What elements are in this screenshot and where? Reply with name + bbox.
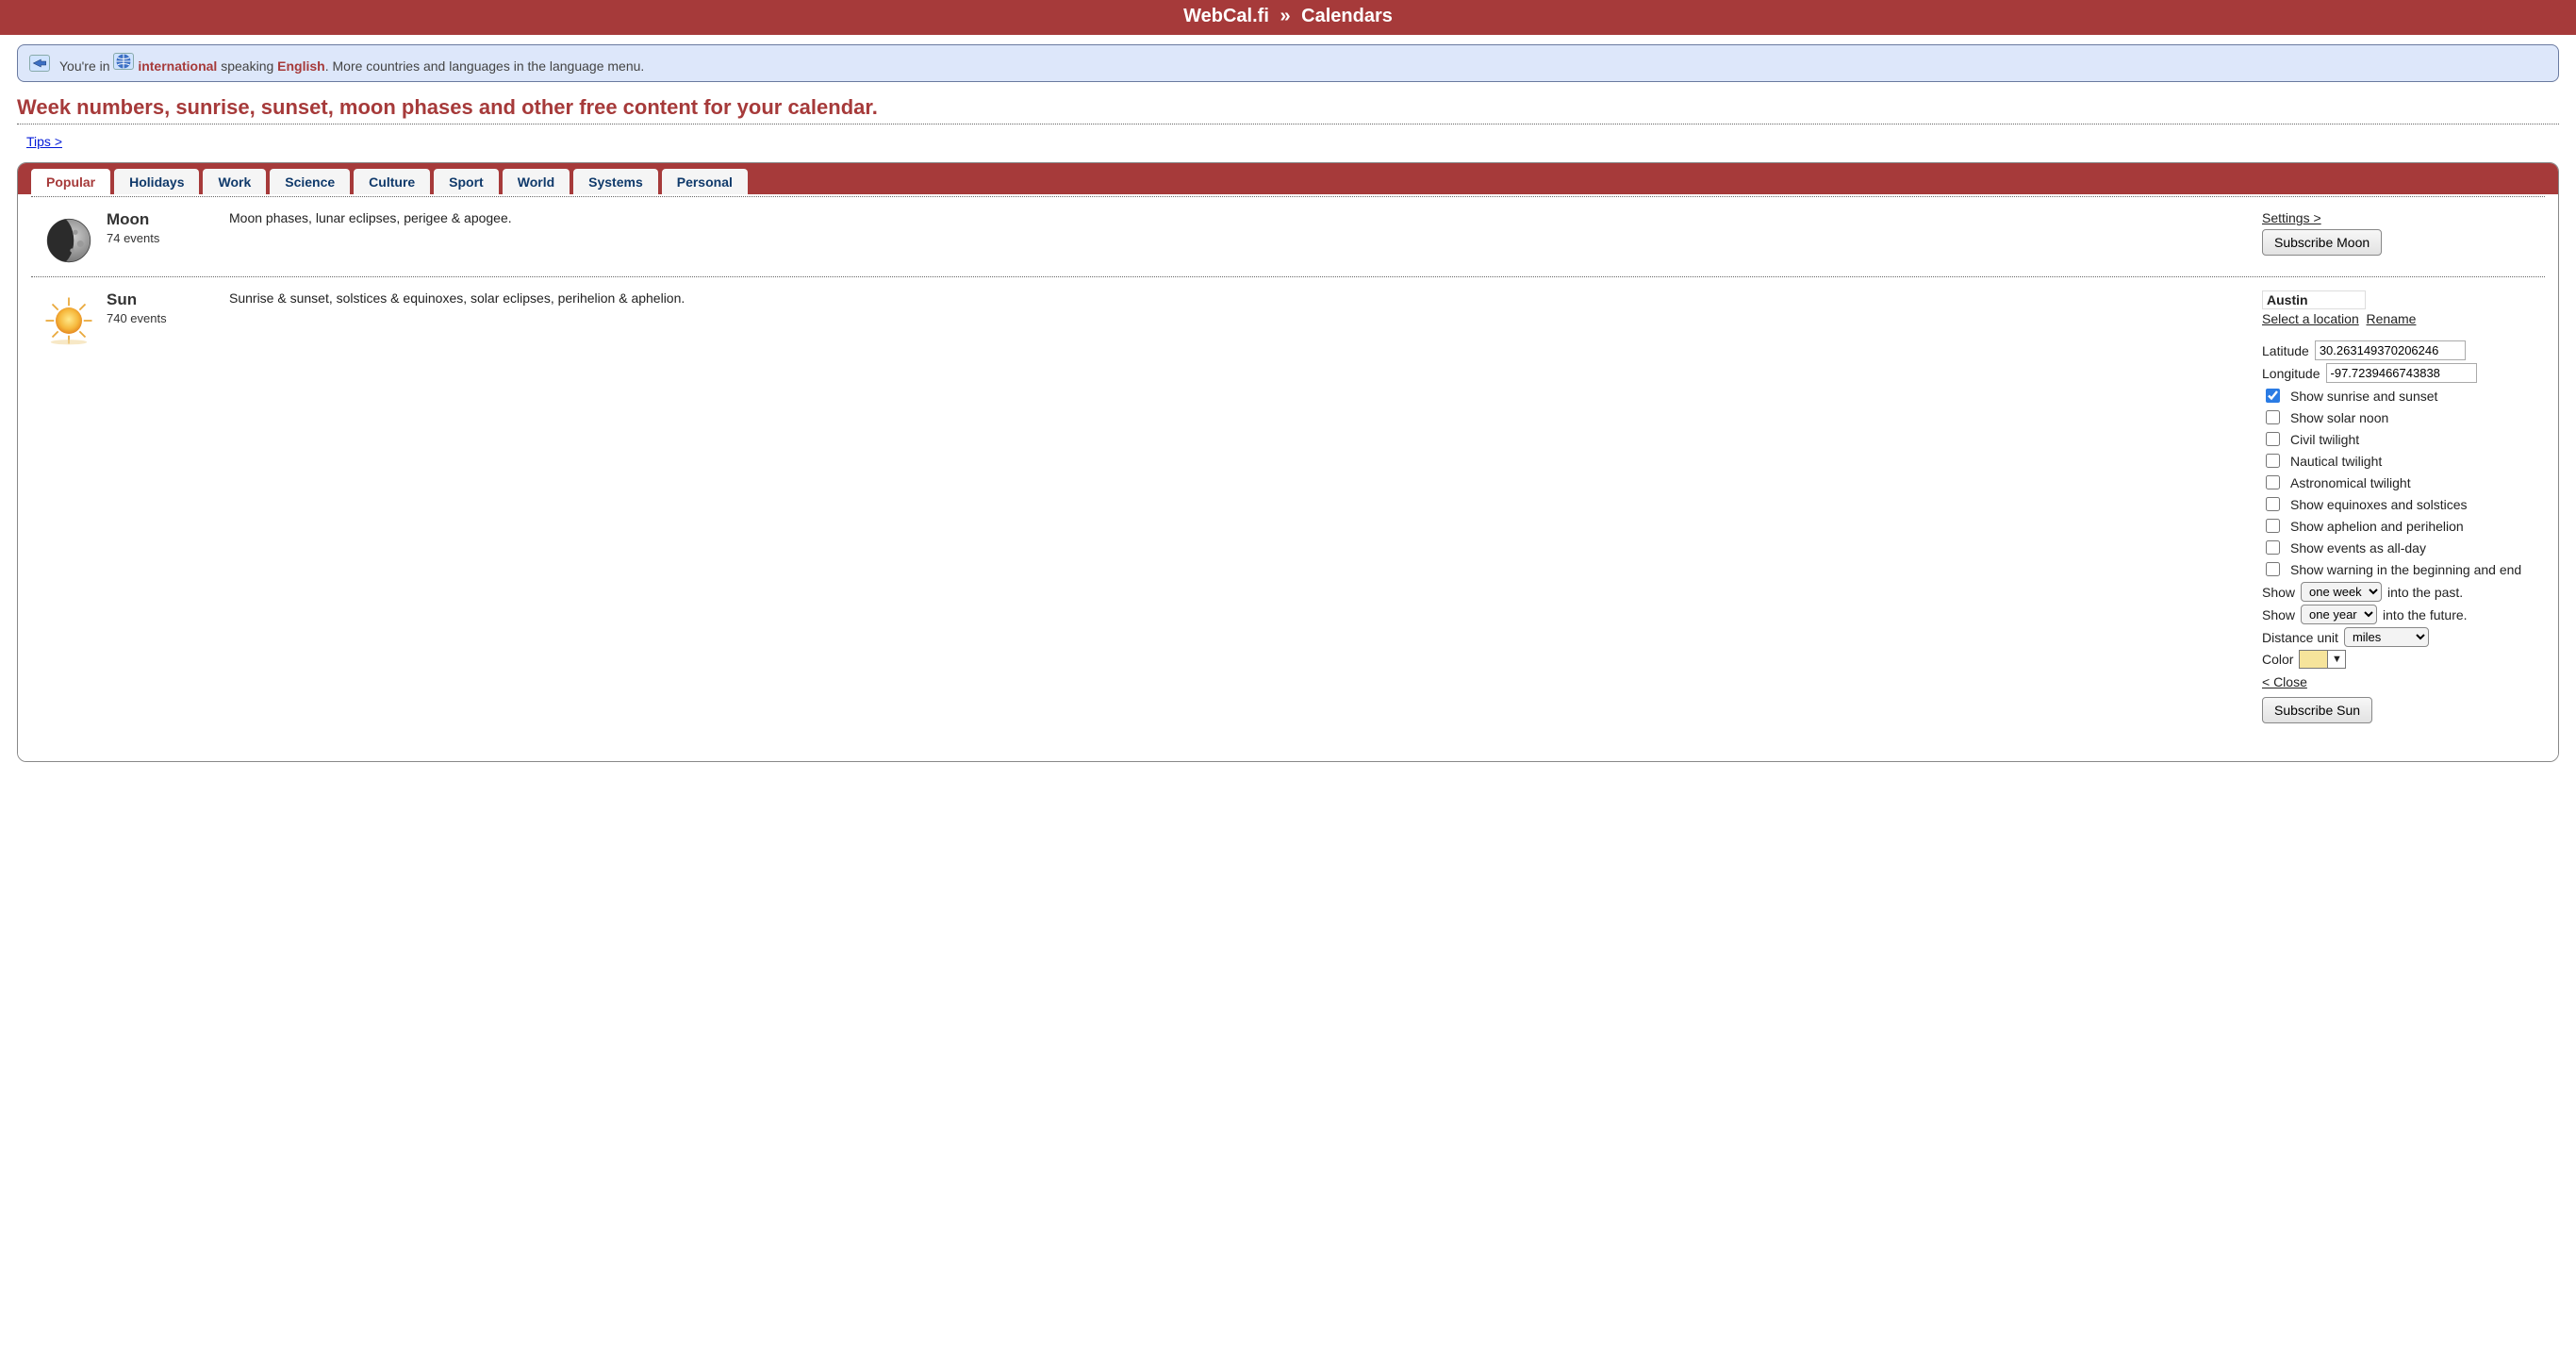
select-location-link[interactable]: Select a location bbox=[2262, 311, 2359, 326]
sun-option-row: Astronomical twilight bbox=[2262, 473, 2545, 492]
sun-option-label: Civil twilight bbox=[2290, 432, 2359, 447]
sun-option-label: Show sunrise and sunset bbox=[2290, 389, 2437, 404]
moon-description: Moon phases, lunar eclipses, perigee & a… bbox=[229, 210, 2262, 267]
tab-strip: PopularHolidaysWorkScienceCultureSportWo… bbox=[18, 163, 2558, 194]
tab-science[interactable]: Science bbox=[270, 169, 350, 194]
future-range-select[interactable]: one year bbox=[2301, 605, 2377, 624]
sun-option-row: Show equinoxes and solstices bbox=[2262, 494, 2545, 514]
site-title: WebCal.fi bbox=[1183, 6, 1269, 26]
past-range-select[interactable]: one week bbox=[2301, 582, 2382, 602]
sun-option-label: Show aphelion and perihelion bbox=[2290, 519, 2464, 534]
tab-systems[interactable]: Systems bbox=[573, 169, 658, 194]
sun-option-checkbox[interactable] bbox=[2266, 540, 2280, 555]
tab-personal[interactable]: Personal bbox=[662, 169, 748, 194]
location-name: Austin bbox=[2262, 290, 2366, 309]
color-picker[interactable]: ▼ bbox=[2299, 650, 2346, 669]
sun-option-label: Show events as all-day bbox=[2290, 540, 2426, 556]
distance-unit-label: Distance unit bbox=[2262, 630, 2338, 645]
sun-option-checkbox[interactable] bbox=[2266, 389, 2280, 403]
show-past-label: Show bbox=[2262, 585, 2295, 600]
sun-count: 740 events bbox=[107, 311, 220, 325]
section-title: Calendars bbox=[1301, 6, 1393, 26]
color-swatch bbox=[2300, 651, 2328, 668]
moon-title: Moon bbox=[107, 210, 220, 229]
sun-option-checkbox[interactable] bbox=[2266, 497, 2280, 511]
sun-option-row: Show warning in the beginning and end bbox=[2262, 559, 2545, 579]
breadcrumb-sep: » bbox=[1280, 6, 1290, 26]
latitude-input[interactable] bbox=[2315, 340, 2466, 360]
sun-option-row: Show events as all-day bbox=[2262, 538, 2545, 557]
show-future-label: Show bbox=[2262, 607, 2295, 622]
color-label: Color bbox=[2262, 652, 2293, 667]
sun-option-checkbox[interactable] bbox=[2266, 519, 2280, 533]
sun-option-label: Show solar noon bbox=[2290, 410, 2388, 425]
tips-link[interactable]: Tips > bbox=[26, 134, 62, 149]
longitude-label: Longitude bbox=[2262, 366, 2320, 381]
calendar-row-moon: Moon 74 events Moon phases, lunar eclips… bbox=[31, 196, 2545, 276]
sun-option-label: Show warning in the beginning and end bbox=[2290, 562, 2521, 577]
language-link[interactable]: English bbox=[277, 58, 325, 74]
notice-text: You're in international speaking English… bbox=[59, 53, 644, 74]
subscribe-sun-button[interactable]: Subscribe Sun bbox=[2262, 697, 2372, 723]
sun-icon bbox=[31, 290, 107, 723]
sun-option-label: Show equinoxes and solstices bbox=[2290, 497, 2468, 512]
tab-world[interactable]: World bbox=[503, 169, 570, 194]
latitude-label: Latitude bbox=[2262, 343, 2309, 358]
sun-option-label: Astronomical twilight bbox=[2290, 475, 2411, 490]
sun-option-row: Show sunrise and sunset bbox=[2262, 386, 2545, 406]
tab-sport[interactable]: Sport bbox=[434, 169, 499, 194]
distance-unit-select[interactable]: miles bbox=[2344, 627, 2429, 647]
calendar-row-sun: Sun 740 events Sunrise & sunset, solstic… bbox=[31, 276, 2545, 733]
tab-holidays[interactable]: Holidays bbox=[114, 169, 199, 194]
sun-option-checkbox[interactable] bbox=[2266, 454, 2280, 468]
longitude-input[interactable] bbox=[2326, 363, 2477, 383]
tab-culture[interactable]: Culture bbox=[354, 169, 430, 194]
page-header: WebCal.fi » Calendars bbox=[0, 0, 2576, 35]
sun-option-checkbox[interactable] bbox=[2266, 562, 2280, 576]
tagline: Week numbers, sunrise, sunset, moon phas… bbox=[17, 95, 2559, 120]
sun-option-checkbox[interactable] bbox=[2266, 432, 2280, 446]
sun-option-row: Show aphelion and perihelion bbox=[2262, 516, 2545, 536]
rename-location-link[interactable]: Rename bbox=[2367, 311, 2417, 326]
country-link[interactable]: international bbox=[138, 58, 217, 74]
calendar-panel: PopularHolidaysWorkScienceCultureSportWo… bbox=[17, 162, 2559, 762]
arrow-icon bbox=[29, 55, 50, 72]
sun-option-checkbox[interactable] bbox=[2266, 475, 2280, 489]
moon-settings-link[interactable]: Settings > bbox=[2262, 210, 2321, 225]
chevron-down-icon: ▼ bbox=[2328, 651, 2345, 668]
sun-description: Sunrise & sunset, solstices & equinoxes,… bbox=[229, 290, 2262, 723]
sun-option-row: Civil twilight bbox=[2262, 429, 2545, 449]
tab-work[interactable]: Work bbox=[203, 169, 266, 194]
sun-option-checkbox[interactable] bbox=[2266, 410, 2280, 424]
sun-option-row: Show solar noon bbox=[2262, 407, 2545, 427]
sun-option-label: Nautical twilight bbox=[2290, 454, 2382, 469]
moon-icon bbox=[31, 210, 107, 267]
subscribe-moon-button[interactable]: Subscribe Moon bbox=[2262, 229, 2382, 256]
tab-popular[interactable]: Popular bbox=[31, 169, 110, 194]
close-settings-link[interactable]: < Close bbox=[2262, 674, 2307, 689]
moon-count: 74 events bbox=[107, 231, 220, 245]
sun-option-row: Nautical twilight bbox=[2262, 451, 2545, 471]
locale-notice: You're in international speaking English… bbox=[17, 44, 2559, 82]
past-suffix: into the past. bbox=[2387, 585, 2463, 600]
globe-icon bbox=[113, 53, 134, 70]
future-suffix: into the future. bbox=[2383, 607, 2468, 622]
sun-settings-panel: Austin Select a location Rename Latitude… bbox=[2262, 290, 2545, 723]
tab-body: Moon 74 events Moon phases, lunar eclips… bbox=[18, 196, 2558, 761]
sun-title: Sun bbox=[107, 290, 220, 309]
